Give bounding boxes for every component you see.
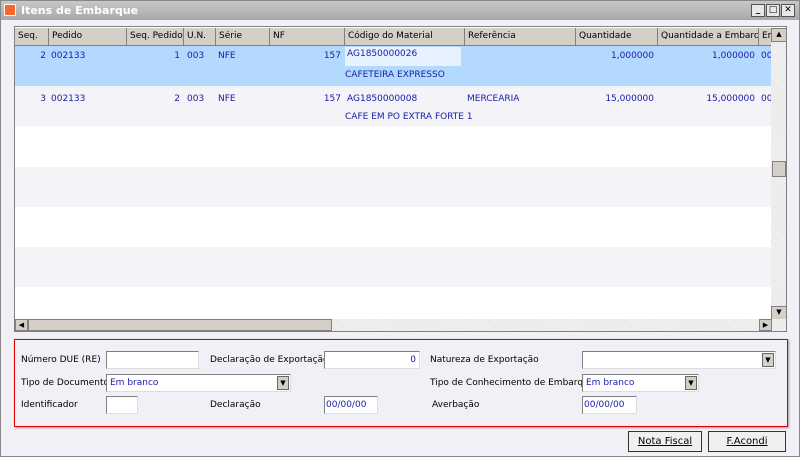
cell-nf: 157 <box>323 51 341 61</box>
col-referencia[interactable]: Referência <box>465 28 576 46</box>
col-qtd-embarcar[interactable]: Quantidade a Embarcar <box>658 28 759 46</box>
cell-codigo[interactable]: AG1850000026 <box>345 47 461 66</box>
tipo-conhecimento-select[interactable]: Em branco ▼ <box>582 374 699 392</box>
identificador-input[interactable] <box>106 396 138 414</box>
declaracao-label: Declaração <box>210 400 261 410</box>
scroll-right-icon[interactable]: ▶ <box>759 319 772 331</box>
table-row[interactable]: 2 002133 1 003 NFE 157 AG1850000026 CAFE… <box>15 46 775 86</box>
cell-serie: NFE <box>218 51 236 61</box>
cell-quantidade: 1,000000 <box>611 51 654 61</box>
vertical-scrollbar[interactable]: ▲ ▼ <box>771 28 786 320</box>
natureza-exportacao-select[interactable]: ▼ <box>582 351 776 369</box>
averbacao-date-input[interactable]: 00/00/00 <box>582 396 637 414</box>
f-acondi-button[interactable]: F.Acondi <box>708 431 786 452</box>
cell-un: 003 <box>187 94 205 104</box>
app-icon <box>4 4 16 16</box>
col-codigo[interactable]: Código do Material <box>345 28 465 46</box>
cell-qtd-embarcar: 1,000000 <box>712 51 755 61</box>
identificador-label: Identificador <box>21 400 78 410</box>
averbacao-label: Averbação <box>432 400 480 410</box>
natureza-exportacao-label: Natureza de Exportação <box>430 355 539 365</box>
tipo-documento-value: Em branco <box>110 378 159 388</box>
title-bar: Itens de Embarque <box>1 1 799 20</box>
empty-row <box>15 287 771 319</box>
cell-un: 003 <box>187 51 205 61</box>
tipo-conhecimento-label: Tipo de Conhecimento de Embarque <box>430 378 595 388</box>
cell-descricao: CAFÉ EM PÓ EXTRA FORTE 1 <box>345 112 473 122</box>
empty-row <box>15 247 771 287</box>
tipo-documento-label: Tipo de Documento <box>21 378 110 388</box>
window-title: Itens de Embarque <box>21 4 139 17</box>
tipo-conhecimento-value: Em branco <box>586 378 635 388</box>
nota-fiscal-button[interactable]: Nota Fiscal <box>628 431 702 452</box>
items-grid[interactable]: Seq. Pedido Seq. Pedido U.N. Série NF Có… <box>14 26 787 332</box>
cell-nf: 157 <box>323 94 341 104</box>
cell-serie: NFE <box>218 94 236 104</box>
chevron-down-icon[interactable]: ▼ <box>685 376 697 390</box>
col-pedido[interactable]: Pedido <box>49 28 127 46</box>
export-form: Número DUE (RE) Declaração de Exportação… <box>14 339 788 427</box>
scroll-left-icon[interactable]: ◀ <box>15 319 28 331</box>
cell-codigo: AG1850000008 <box>347 94 418 104</box>
vertical-scroll-thumb[interactable] <box>772 161 786 177</box>
cell-pedido: 002133 <box>51 94 86 104</box>
table-row[interactable]: 3 002133 2 003 NFE 157 AG1850000008 CAFÉ… <box>15 86 775 126</box>
scroll-up-icon[interactable]: ▲ <box>771 28 786 42</box>
tipo-documento-select[interactable]: Em branco ▼ <box>106 374 291 392</box>
numero-due-input[interactable] <box>106 351 199 369</box>
empty-row <box>15 127 771 167</box>
col-serie[interactable]: Série <box>216 28 270 46</box>
declaracao-exportacao-input[interactable]: 0 <box>324 351 420 369</box>
chevron-down-icon[interactable]: ▼ <box>277 376 289 390</box>
empty-row <box>15 207 771 247</box>
col-nf[interactable]: NF <box>270 28 345 46</box>
col-quantidade[interactable]: Quantidade <box>576 28 658 46</box>
horizontal-scrollbar[interactable]: ◀ ▶ <box>15 319 786 331</box>
col-seq-pedido[interactable]: Seq. Pedido <box>127 28 184 46</box>
items-window: Itens de Embarque _ □ ✕ Seq. Pedido Seq.… <box>0 0 800 457</box>
cell-referencia: MERCEARIA <box>467 94 520 104</box>
cell-seq-pedido: 1 <box>174 51 180 61</box>
minimize-button[interactable]: _ <box>751 4 765 17</box>
maximize-button[interactable]: □ <box>766 4 780 17</box>
cell-seq: 3 <box>40 94 46 104</box>
close-button[interactable]: ✕ <box>781 4 795 17</box>
col-seq[interactable]: Seq. <box>15 28 49 46</box>
declaracao-date-input[interactable]: 00/00/00 <box>324 396 378 414</box>
numero-due-label: Número DUE (RE) <box>21 355 101 365</box>
cell-descricao: CAFETEIRA EXPRESSO <box>345 70 445 80</box>
chevron-down-icon[interactable]: ▼ <box>762 353 774 367</box>
cell-pedido: 002133 <box>51 51 86 61</box>
cell-qtd-embarcar: 15,000000 <box>706 94 755 104</box>
cell-seq-pedido: 2 <box>174 94 180 104</box>
col-un[interactable]: U.N. <box>184 28 216 46</box>
cell-seq: 2 <box>40 51 46 61</box>
empty-row <box>15 167 771 207</box>
declaracao-exportacao-label: Declaração de Exportação <box>210 355 329 365</box>
cell-quantidade: 15,000000 <box>605 94 654 104</box>
horizontal-scroll-thumb[interactable] <box>28 319 332 331</box>
scroll-down-icon[interactable]: ▼ <box>771 306 786 320</box>
